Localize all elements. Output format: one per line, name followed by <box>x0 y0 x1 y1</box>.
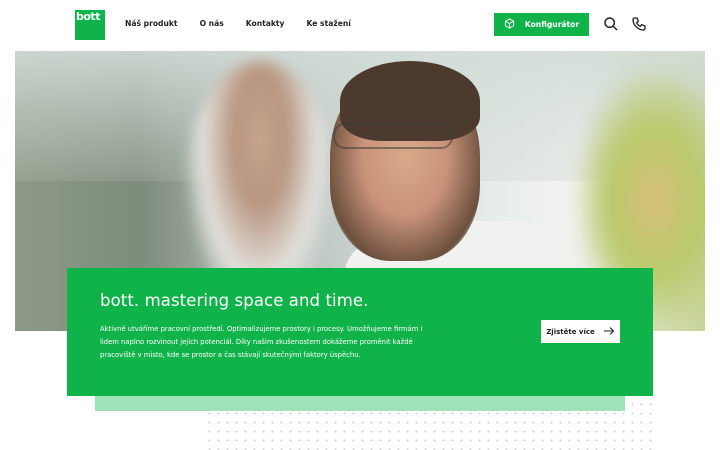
site-header: bott Náš produkt O nás Kontakty Ke staže… <box>0 0 720 50</box>
hero-glasses <box>333 123 453 149</box>
nav-item-contacts[interactable]: Kontakty <box>246 19 285 28</box>
nav-item-about[interactable]: O nás <box>200 19 224 28</box>
decorative-mint-bar <box>95 395 625 411</box>
nav-item-product[interactable]: Náš produkt <box>125 19 178 28</box>
bott-logo[interactable]: bott <box>75 10 105 40</box>
configurator-button[interactable]: Konfigurátor <box>494 13 589 36</box>
learn-more-label: Zjistěte více <box>546 327 595 336</box>
logo-text: bott <box>76 10 100 23</box>
hero-title: bott. mastering space and time. <box>100 291 369 310</box>
cube-icon <box>504 18 515 31</box>
main-nav: Náš produkt O nás Kontakty Ke stažení <box>125 19 373 28</box>
hero-text: Aktivně utváříme pracovní prostředí. Opt… <box>100 325 423 359</box>
arrow-right-icon <box>603 326 615 338</box>
search-icon[interactable] <box>603 16 619 32</box>
learn-more-button[interactable]: Zjistěte více <box>541 320 620 343</box>
configurator-label: Konfigurátor <box>524 20 580 29</box>
phone-icon[interactable] <box>631 16 647 32</box>
hero-panel: bott. mastering space and time. Aktivně … <box>67 268 653 396</box>
nav-item-downloads[interactable]: Ke stažení <box>307 19 351 28</box>
